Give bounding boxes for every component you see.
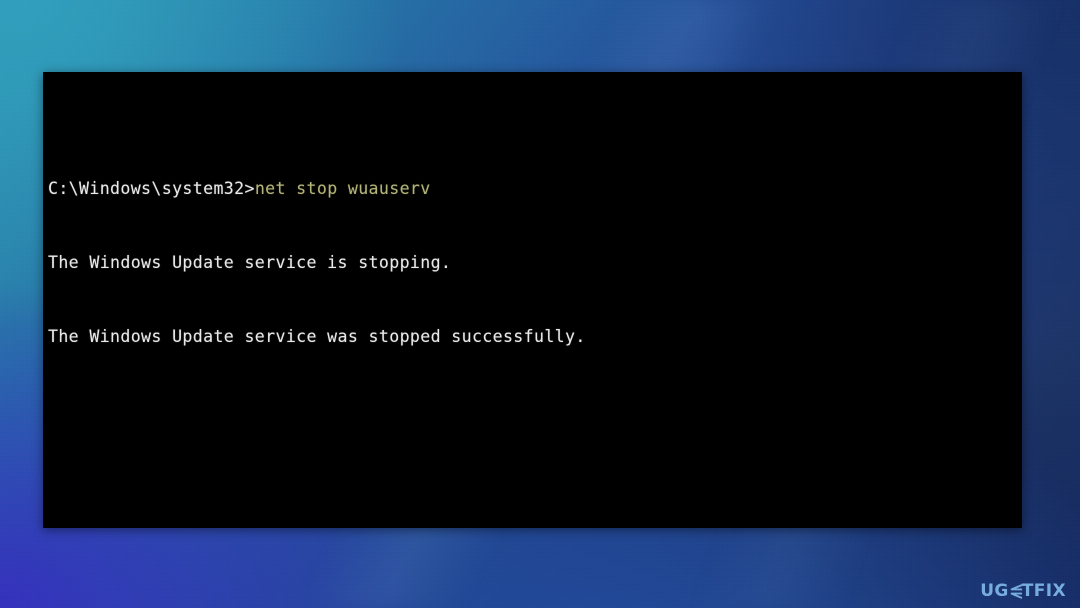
screenshot-root: C:\Windows\system32>net stop wuauserv Th…: [0, 0, 1080, 608]
output-line: The Windows Update service was stopped s…: [48, 327, 586, 346]
command-prompt-window[interactable]: C:\Windows\system32>net stop wuauserv Th…: [43, 72, 1022, 528]
lightning-bolt-icon: [1009, 584, 1023, 599]
console-output-area[interactable]: C:\Windows\system32>net stop wuauserv Th…: [48, 78, 1022, 528]
prompt-path: C:\Windows\system32>: [48, 178, 255, 198]
output-line: The Windows Update service is stopping.: [48, 252, 452, 272]
watermark-text-before: UG: [980, 581, 1009, 601]
ugetfix-watermark: UG TFIX: [980, 583, 1066, 600]
watermark-text-after: TFIX: [1021, 581, 1066, 601]
command-line: C:\Windows\system32>net stop wuauserv: [48, 177, 1022, 202]
typed-command: net stop wuauserv: [254, 178, 431, 198]
